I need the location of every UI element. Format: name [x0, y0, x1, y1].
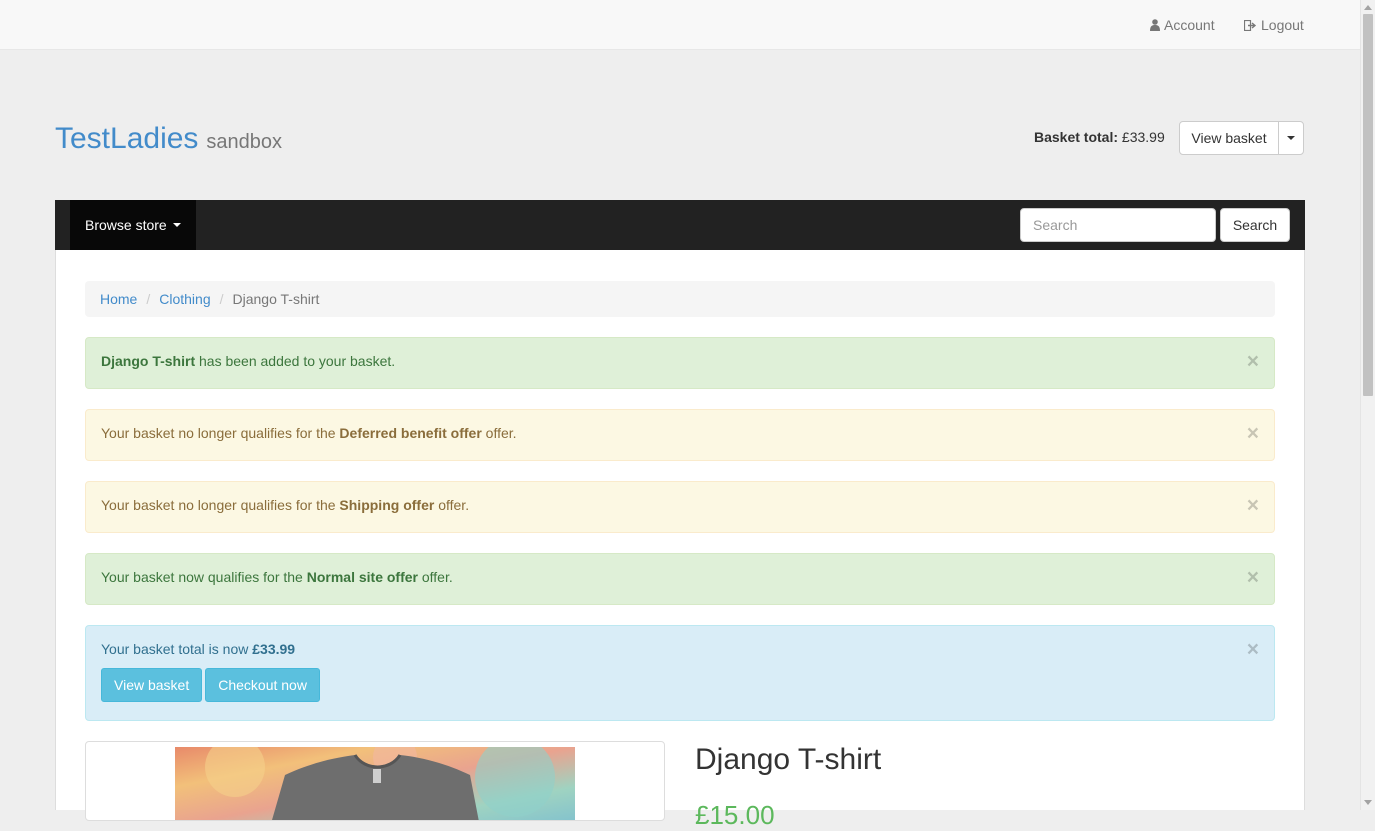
breadcrumb-active: Django T-shirt — [232, 291, 320, 307]
alert-offer-name: Normal site offer — [306, 569, 418, 585]
basket-button-group: View basket — [1179, 121, 1304, 155]
product-image-frame — [85, 741, 665, 821]
user-icon — [1150, 18, 1160, 34]
breadcrumb-home[interactable]: Home — [100, 291, 137, 307]
alert-text: offer. — [481, 425, 517, 441]
alert-offer-name: Deferred benefit offer — [339, 425, 482, 441]
browse-store-dropdown[interactable]: Browse store — [70, 200, 196, 250]
caret-down-icon — [172, 223, 181, 227]
product-price: £15.00 — [695, 800, 775, 830]
alert-offer-name: Shipping offer — [339, 497, 435, 513]
alert-product-name: Django T-shirt — [101, 353, 196, 369]
scroll-thumb[interactable] — [1363, 14, 1373, 396]
checkout-now-button[interactable]: Checkout now — [205, 668, 320, 702]
main-content: Home / Clothing / Django T-shirt Django … — [55, 250, 1305, 830]
caret-down-icon — [1287, 136, 1295, 140]
alert-text: Your basket total is now — [101, 641, 253, 657]
view-basket-button[interactable]: View basket — [1179, 121, 1279, 155]
breadcrumb: Home / Clothing / Django T-shirt — [85, 281, 1275, 317]
close-icon[interactable]: × — [1247, 639, 1259, 660]
alert-shipping-offer: Your basket no longer qualifies for the … — [85, 481, 1275, 533]
alert-actions: View basket Checkout now — [101, 668, 1259, 702]
alert-view-basket-button[interactable]: View basket — [101, 668, 203, 702]
main-navbar: Browse store Search — [55, 200, 1305, 251]
alert-added-to-basket: Django T-shirt has been added to your ba… — [85, 337, 1275, 389]
close-icon[interactable]: × — [1247, 567, 1259, 588]
alert-text: offer. — [434, 497, 470, 513]
alert-total-value: £33.99 — [252, 641, 296, 657]
logout-label: Logout — [1261, 17, 1304, 33]
breadcrumb-clothing[interactable]: Clothing — [159, 291, 210, 307]
basket-total-label: Basket total: — [1034, 129, 1119, 145]
close-icon[interactable]: × — [1247, 423, 1259, 444]
alert-text: offer. — [417, 569, 453, 585]
close-icon[interactable]: × — [1247, 495, 1259, 516]
basket-total-value: £33.99 — [1121, 129, 1165, 145]
page-scrollbar[interactable] — [1360, 0, 1375, 810]
search-button[interactable]: Search — [1220, 208, 1290, 242]
brand-name[interactable]: TestLadies — [55, 122, 198, 155]
logout-link[interactable]: Logout — [1243, 17, 1304, 34]
alert-normal-offer: Your basket now qualifies for the Normal… — [85, 553, 1275, 605]
browse-store-label: Browse store — [85, 217, 167, 233]
top-bar: Account Logout — [0, 0, 1360, 50]
account-label: Account — [1164, 17, 1215, 33]
brand-subtitle: sandbox — [206, 131, 282, 153]
scroll-up-icon[interactable] — [1364, 5, 1372, 10]
product-title: Django T-shirt — [695, 743, 882, 776]
alert-basket-total: Your basket total is now £33.99 View bas… — [85, 625, 1275, 721]
brand[interactable]: TestLadies sandbox — [55, 122, 282, 156]
sign-out-icon — [1243, 18, 1257, 34]
search-input[interactable] — [1020, 208, 1216, 242]
alert-text: Your basket now qualifies for the — [101, 569, 307, 585]
basket-total: Basket total: £33.99 — [1034, 129, 1165, 145]
alert-deferred-offer: Your basket no longer qualifies for the … — [85, 409, 1275, 461]
close-icon[interactable]: × — [1247, 351, 1259, 372]
breadcrumb-separator: / — [146, 291, 151, 307]
alert-text: Your basket no longer qualifies for the — [101, 425, 340, 441]
scroll-down-icon[interactable] — [1364, 800, 1372, 805]
account-link[interactable]: Account — [1150, 17, 1215, 34]
basket-dropdown-toggle[interactable] — [1278, 121, 1304, 155]
alert-text: has been added to your basket. — [195, 353, 396, 369]
breadcrumb-separator: / — [219, 291, 224, 307]
alert-text: Your basket no longer qualifies for the — [101, 497, 340, 513]
